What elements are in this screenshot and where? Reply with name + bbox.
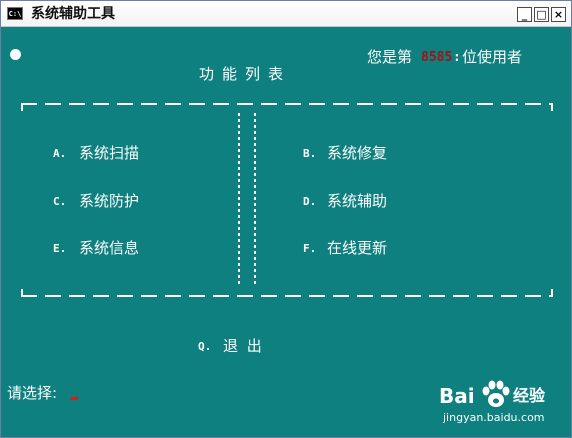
option-d-key: D. — [303, 195, 317, 208]
baidu-watermark: Bai 经验 jingyan.baidu.com — [439, 373, 559, 433]
minimize-button[interactable]: _ — [517, 7, 532, 22]
input-cursor[interactable] — [70, 397, 78, 400]
menu-corner-top-left — [21, 103, 23, 111]
bullet-dot-icon — [10, 49, 21, 60]
menu-divider-left — [238, 113, 240, 287]
option-q-label: 退 出 — [223, 337, 264, 355]
watermark-product: 经验 — [513, 386, 546, 405]
option-q-key: Q. — [198, 340, 212, 353]
console-area[interactable]: 您是第 8585 : 位使用者 功能列表 A. 系统扫描 C. 系统防护 E. … — [1, 27, 571, 437]
close-button[interactable]: × — [551, 7, 566, 22]
paw-logo-icon — [482, 380, 510, 407]
menu-corner-bottom-right — [551, 289, 553, 297]
window-title: 系统辅助工具 — [31, 6, 115, 22]
menu-border-top — [21, 103, 553, 105]
watermark-url: jingyan.baidu.com — [443, 411, 545, 424]
title-bar[interactable]: C:\ 系统辅助工具 _ □ × — [1, 1, 571, 27]
option-a-key: A. — [53, 147, 67, 160]
option-c-label: 系统防护 — [79, 192, 140, 210]
console-app-icon[interactable]: C:\ — [7, 7, 23, 20]
menu-corner-bottom-left — [21, 289, 23, 297]
counter-colon: : — [453, 50, 461, 65]
option-e-label: 系统信息 — [79, 239, 140, 257]
counter-suffix: 位使用者 — [462, 48, 523, 66]
user-count-value: 8585 — [421, 50, 453, 65]
option-c-key: C. — [53, 195, 67, 208]
option-b-label: 系统修复 — [327, 144, 388, 162]
watermark-brand: Bai — [439, 384, 475, 408]
console-window: C:\ 系统辅助工具 _ □ × 您是第 8585 : 位使用者 功能列表 A.… — [0, 0, 572, 438]
menu-divider-right — [254, 113, 256, 287]
option-b-key: B. — [303, 147, 317, 160]
menu-border-bottom — [21, 295, 553, 297]
menu-corner-top-right — [551, 103, 553, 111]
option-a-label: 系统扫描 — [79, 144, 140, 162]
option-f-key: F. — [303, 242, 317, 255]
maximize-button[interactable]: □ — [534, 7, 549, 22]
option-f-label: 在线更新 — [327, 239, 388, 257]
selection-prompt: 请选择: — [7, 384, 58, 402]
option-d-label: 系统辅助 — [327, 192, 388, 210]
counter-prefix: 您是第 — [367, 48, 413, 66]
option-e-key: E. — [53, 242, 67, 255]
menu-title: 功能列表 — [199, 65, 292, 83]
